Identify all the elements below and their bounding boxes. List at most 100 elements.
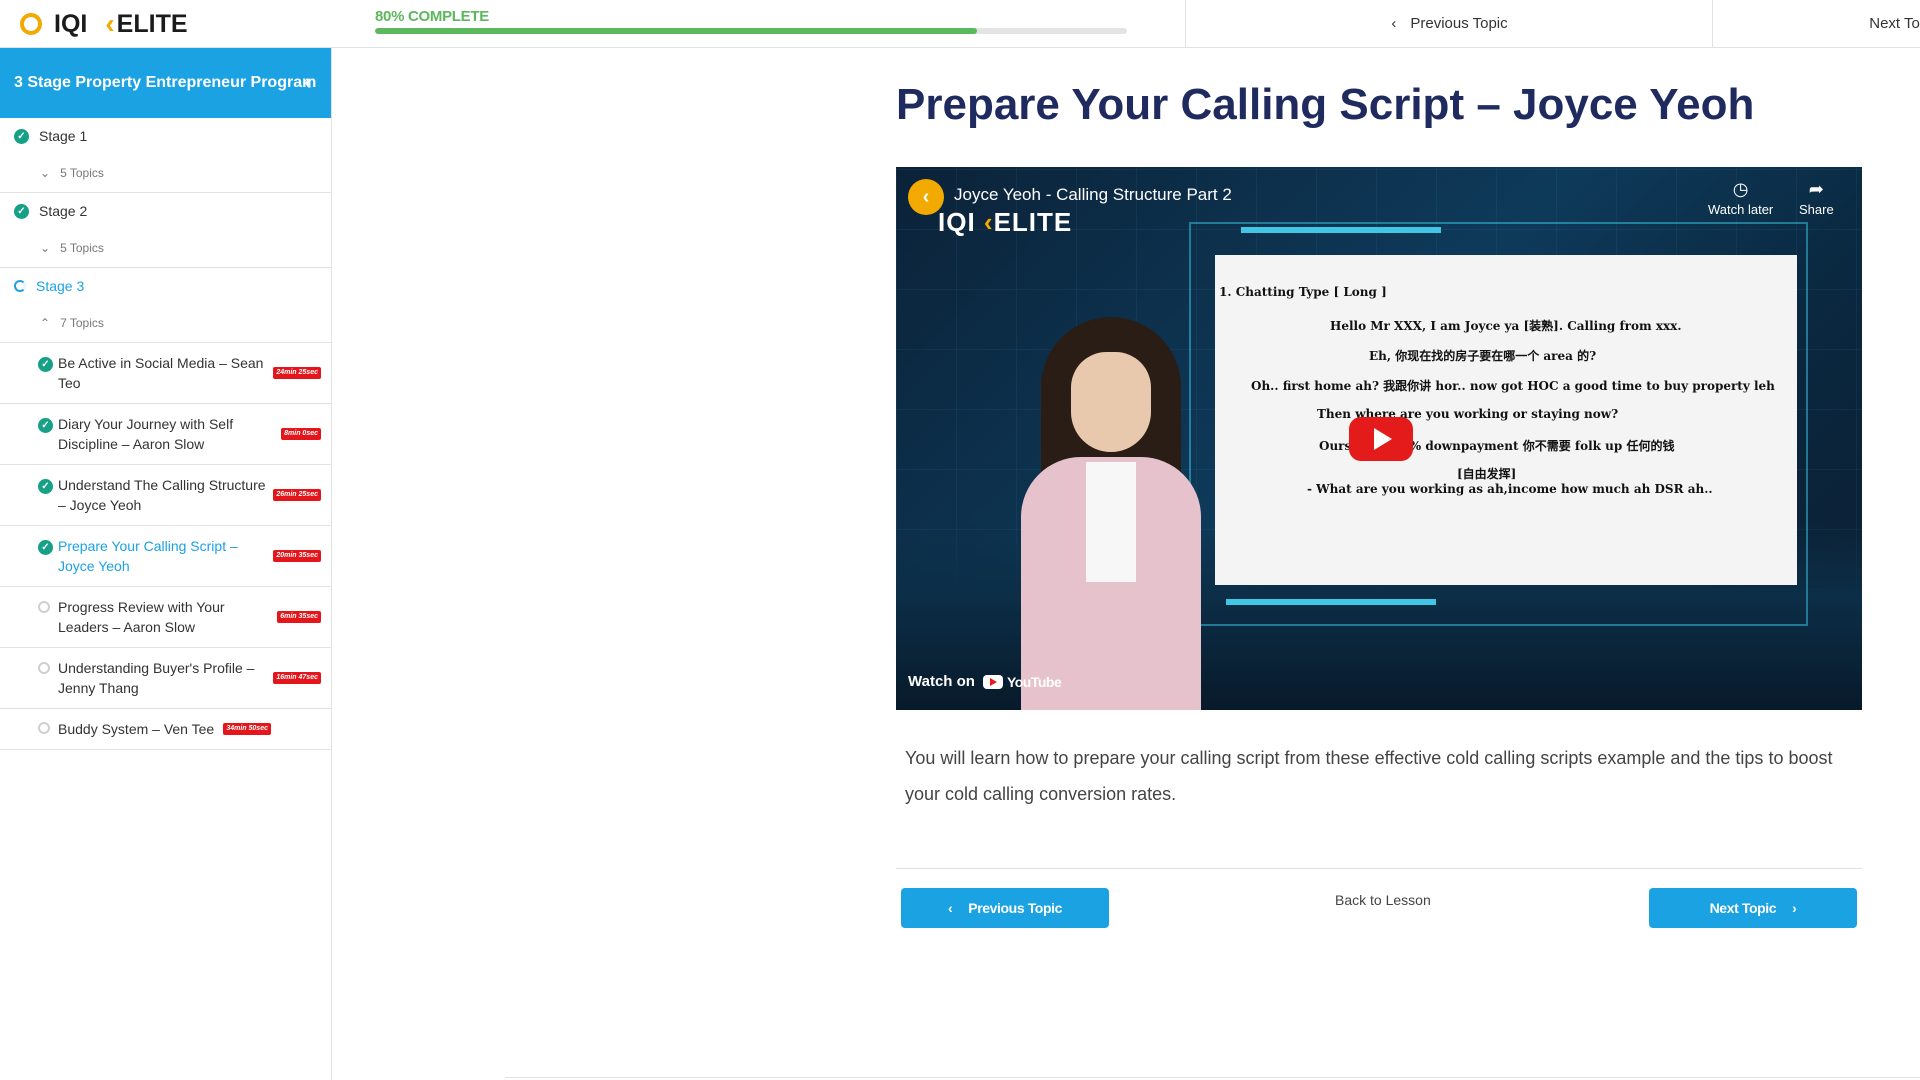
complete-check-icon: ✓	[38, 479, 53, 494]
progress-fill	[375, 28, 977, 34]
stage-heading[interactable]: ✓ Stage 1	[0, 118, 331, 154]
lesson-item-active[interactable]: ✓ Prepare Your Calling Script – Joyce Ye…	[0, 526, 331, 587]
video-frame-accent	[1241, 227, 1441, 233]
complete-check-icon: ✓	[38, 418, 53, 433]
course-title[interactable]: 3 Stage Property Entrepreneur Program	[14, 74, 316, 92]
next-topic-label: Next Topic	[1709, 900, 1777, 916]
divider	[896, 868, 1862, 869]
stage-label: Stage 2	[39, 203, 88, 219]
lesson-title: Understand The Calling Structure – Joyce…	[58, 477, 266, 513]
watch-later-button[interactable]: ◷ Watch later	[1708, 179, 1773, 217]
sidebar-stage-3: Stage 3 ⌃ 7 Topics	[0, 268, 331, 343]
previous-topic-button[interactable]: ‹ Previous Topic	[901, 888, 1109, 928]
logo-right-text: ELITE	[116, 9, 188, 38]
lesson-title: Be Active in Social Media – Sean Teo	[58, 355, 264, 391]
top-next-topic-label: Next Topic	[1869, 15, 1920, 32]
slide-line: 1. Chatting Type [ Long ]	[1219, 285, 1387, 299]
course-progress: 80% COMPLETE	[375, 8, 1127, 34]
watch-on-youtube-link[interactable]: Watch on YouTube	[908, 673, 1062, 690]
complete-check-icon: ✓	[38, 540, 53, 555]
complete-check-icon: ✓	[14, 203, 29, 219]
sidebar-stage-1: ✓ Stage 1 ⌄ 5 Topics	[0, 118, 331, 193]
play-button-icon[interactable]	[1349, 417, 1413, 461]
complete-check-icon: ✓	[38, 357, 53, 372]
chevron-down-icon: ⌄	[40, 241, 51, 255]
back-to-lesson-link[interactable]: Back to Lesson	[1335, 892, 1431, 908]
youtube-icon	[982, 674, 1003, 689]
duration-badge: 20min 35sec	[273, 550, 321, 562]
logo-left-text: IQI	[54, 9, 88, 38]
stage-label: Stage 1	[39, 128, 88, 144]
watch-on-label: Watch on	[908, 673, 975, 690]
incomplete-circle-icon	[38, 722, 50, 734]
lesson-item[interactable]: Buddy System – Ven Tee 34min 50sec	[0, 709, 331, 750]
elite-chevron-icon: ‹	[983, 207, 994, 237]
stage-topics-count: 5 Topics	[60, 241, 104, 255]
brand-logo[interactable]: IQI ‹ ELITE	[20, 8, 188, 39]
stage-heading[interactable]: ✓ Stage 2	[0, 193, 331, 229]
duration-badge: 8min 0sec	[281, 428, 321, 440]
video-player[interactable]: 1. Chatting Type [ Long ] Hello Mr XXX, …	[896, 167, 1862, 710]
lesson-title: Progress Review with Your Leaders – Aaro…	[58, 599, 225, 635]
progress-track	[375, 28, 1127, 34]
presenter-shirt	[1086, 462, 1136, 582]
slide-line: Oh.. first home ah? 我跟你讲 hor.. now got H…	[1251, 379, 1775, 393]
lesson-item[interactable]: Understanding Buyer's Profile – Jenny Th…	[0, 648, 331, 709]
overlay-logo-right: ELITE	[993, 207, 1073, 237]
clock-icon: ◷	[1732, 179, 1749, 199]
share-button[interactable]: ➦ Share	[1799, 179, 1834, 217]
slide-line: Eh, 你现在找的房子要在哪一个 area 的?	[1369, 349, 1597, 363]
iqi-logo-icon	[20, 13, 42, 35]
lesson-item[interactable]: ✓ Diary Your Journey with Self Disciplin…	[0, 404, 331, 465]
sidebar-stage-2: ✓ Stage 2 ⌄ 5 Topics	[0, 193, 331, 268]
stage-topics-toggle[interactable]: ⌃ 7 Topics	[0, 304, 331, 342]
youtube-wordmark: YouTube	[1006, 673, 1062, 690]
video-overlay-logo: IQI ‹ELITE	[938, 207, 1072, 238]
stage-topics-count: 5 Topics	[60, 166, 104, 180]
overlay-logo-left: IQI	[938, 207, 976, 237]
incomplete-circle-icon	[38, 662, 50, 674]
incomplete-circle-icon	[38, 601, 50, 613]
top-previous-topic-link[interactable]: ‹ Previous Topic	[1185, 0, 1713, 47]
next-topic-button[interactable]: Next Topic ›	[1649, 888, 1857, 928]
lesson-title: Understanding Buyer's Profile – Jenny Th…	[58, 660, 255, 696]
stage-topics-count: 7 Topics	[60, 316, 104, 330]
presenter	[1016, 317, 1206, 710]
watch-later-label: Watch later	[1708, 202, 1774, 217]
sidebar-header: 3 Stage Property Entrepreneur Program ‹	[0, 48, 331, 118]
top-next-topic-link[interactable]: Next Topic	[1712, 0, 1920, 47]
lesson-title: Prepare Your Calling Script – Joyce Yeoh	[58, 538, 238, 574]
chevron-left-icon: ‹	[1391, 15, 1397, 32]
share-label: Share	[1799, 202, 1834, 217]
duration-badge: 16min 47sec	[273, 672, 321, 684]
lesson-item[interactable]: ✓ Understand The Calling Structure – Joy…	[0, 465, 331, 526]
progress-label: 80% COMPLETE	[375, 8, 489, 25]
complete-check-icon: ✓	[14, 128, 29, 144]
top-bar: IQI ‹ ELITE 80% COMPLETE ‹ Previous Topi…	[0, 0, 1920, 48]
footer-divider	[505, 1077, 1920, 1078]
duration-badge: 6min 35sec	[277, 611, 321, 623]
stage-label: Stage 3	[36, 278, 85, 294]
presenter-face	[1071, 352, 1151, 452]
calling-script-slide: 1. Chatting Type [ Long ] Hello Mr XXX, …	[1215, 255, 1797, 585]
page-title: Prepare Your Calling Script – Joyce Yeoh	[896, 80, 1755, 129]
stage-heading[interactable]: Stage 3	[0, 268, 331, 304]
youtube-logo: YouTube	[982, 673, 1062, 690]
course-sidebar: 3 Stage Property Entrepreneur Program ‹ …	[0, 48, 332, 1080]
lesson-item[interactable]: ✓ Be Active in Social Media – Sean Teo 2…	[0, 343, 331, 404]
top-previous-topic-label: Previous Topic	[1410, 15, 1508, 32]
lesson-item[interactable]: Progress Review with Your Leaders – Aaro…	[0, 587, 331, 648]
in-progress-icon	[14, 280, 26, 292]
lesson-title: Buddy System – Ven Tee	[58, 721, 215, 737]
lesson-title: Diary Your Journey with Self Discipline …	[58, 416, 234, 452]
video-title[interactable]: Joyce Yeoh - Calling Structure Part 2	[954, 185, 1232, 205]
duration-badge: 26min 25sec	[273, 489, 321, 501]
stage-topics-toggle[interactable]: ⌄ 5 Topics	[0, 229, 331, 267]
duration-badge: 24min 25sec	[273, 367, 321, 379]
stage-topics-toggle[interactable]: ⌄ 5 Topics	[0, 154, 331, 192]
elite-chevron-icon: ‹	[105, 8, 115, 39]
chevron-right-icon: ›	[1792, 900, 1797, 916]
chevron-down-icon: ⌄	[40, 166, 51, 180]
collapse-sidebar-icon[interactable]: ‹	[295, 69, 321, 95]
share-arrow-icon: ➦	[1808, 179, 1824, 199]
